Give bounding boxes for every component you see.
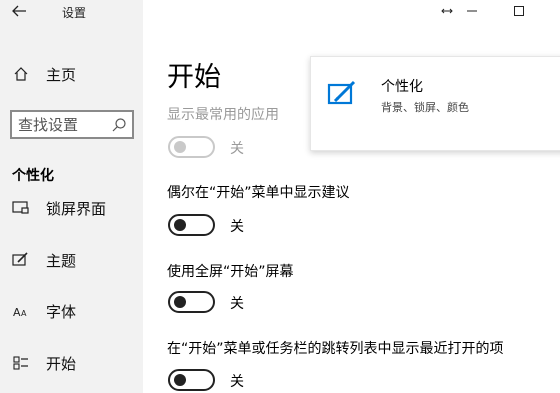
toggle-knob (174, 374, 186, 386)
toggle-knob (174, 141, 186, 153)
sidebar-section-heading: 个性化 (12, 168, 54, 184)
card-subtitle: 背景、锁屏、颜色 (381, 101, 469, 114)
sidebar-item-theme[interactable]: 主题 (0, 243, 143, 277)
font-icon: AA (12, 302, 30, 320)
sidebar-item-label: 锁屏界面 (46, 199, 107, 218)
sidebar-item-start[interactable]: 开始 (0, 346, 143, 380)
sidebar-item-label: 主题 (46, 251, 77, 270)
setting-label-most-used-apps: 显示最常用的应用 (167, 107, 279, 123)
toggle-most-used-apps (168, 136, 215, 158)
search-box[interactable] (10, 110, 134, 139)
toggle-state-label: 关 (230, 296, 244, 312)
sidebar: 设置 主页 个性化 锁屏界面 主题 AA 字体 开始 (0, 0, 143, 393)
sidebar-item-label: 字体 (46, 302, 77, 321)
app-title: 设置 (62, 6, 87, 20)
svg-text:A: A (13, 306, 21, 319)
sidebar-item-label: 主页 (46, 65, 77, 84)
toggle-recent-items[interactable] (168, 369, 215, 391)
toggle-state-label: 关 (230, 374, 244, 390)
search-input[interactable] (18, 115, 108, 135)
toggle-state-label: 关 (230, 141, 244, 157)
search-icon[interactable] (110, 116, 128, 134)
toggle-full-screen-start[interactable] (168, 291, 215, 313)
theme-brush-icon (12, 251, 30, 269)
sidebar-item-label: 开始 (46, 354, 77, 373)
lock-screen-icon (12, 199, 30, 217)
setting-label-show-suggestions: 偶尔在“开始”菜单中显示建议 (167, 185, 350, 201)
minimize-icon[interactable] (458, 0, 486, 22)
sidebar-item-home[interactable]: 主页 (0, 57, 143, 91)
setting-label-full-screen-start: 使用全屏“开始”屏幕 (167, 264, 294, 280)
personalization-icon (327, 79, 357, 109)
maximize-icon[interactable] (505, 0, 533, 22)
resize-arrows-icon (433, 0, 461, 22)
svg-text:A: A (21, 309, 27, 318)
related-personalization-card[interactable]: 个性化 背景、锁屏、颜色 (310, 56, 560, 151)
toggle-show-suggestions[interactable] (168, 214, 215, 236)
toggle-knob (174, 219, 186, 231)
main-content: 开始 显示最常用的应用 关 偶尔在“开始”菜单中显示建议 关 使用全屏“开始”屏… (143, 0, 560, 393)
toggle-state-label: 关 (230, 219, 244, 235)
sidebar-item-fonts[interactable]: AA 字体 (0, 294, 143, 328)
setting-label-recent-items: 在“开始”菜单或任务栏的跳转列表中显示最近打开的项 (167, 341, 504, 357)
card-title: 个性化 (381, 79, 423, 95)
start-menu-icon (12, 354, 30, 372)
home-icon (12, 65, 30, 83)
sidebar-item-lock-screen[interactable]: 锁屏界面 (0, 191, 143, 225)
toggle-knob (174, 296, 186, 308)
page-title: 开始 (167, 62, 221, 93)
back-arrow-icon[interactable] (10, 2, 32, 22)
